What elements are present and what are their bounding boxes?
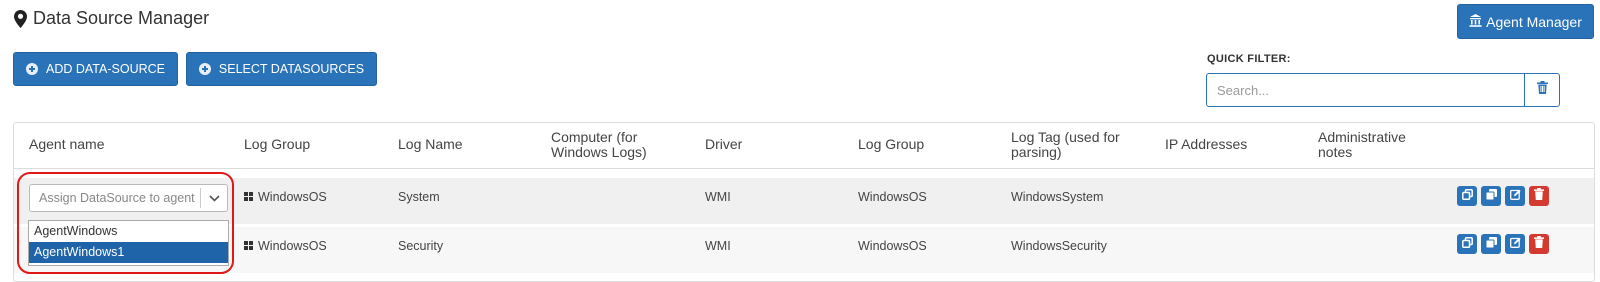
- agent-manager-label: Agent Manager: [1486, 13, 1582, 30]
- edit-icon: [1509, 235, 1521, 253]
- cell-log-tag: WindowsSecurity: [1011, 239, 1107, 253]
- cell-log-group: WindowsOS: [244, 190, 327, 204]
- delete-icon: [1534, 187, 1544, 205]
- copy-button[interactable]: [1481, 186, 1501, 206]
- delete-icon: [1534, 235, 1544, 253]
- cell-log-tag: WindowsSystem: [1011, 190, 1104, 204]
- edit-button[interactable]: [1505, 186, 1525, 206]
- select-datasources-button[interactable]: SELECT DATASOURCES: [186, 52, 377, 86]
- log-group-text: WindowsOS: [258, 239, 327, 253]
- page-title-block: Data Source Manager: [14, 8, 209, 29]
- clone-icon: [1461, 187, 1473, 205]
- col-header-log-group-2: Log Group: [858, 136, 925, 152]
- search-input[interactable]: [1207, 74, 1527, 106]
- map-marker-icon: [14, 9, 27, 28]
- highlight-annotation: [17, 172, 234, 274]
- cell-log-name: Security: [398, 239, 444, 253]
- plus-circle-icon: [26, 63, 38, 75]
- edit-icon: [1509, 187, 1521, 205]
- select-datasources-label: SELECT DATASOURCES: [218, 62, 365, 76]
- copy-button[interactable]: [1481, 234, 1501, 254]
- cell-log-name: System: [398, 190, 440, 204]
- cell-driver: WMI: [705, 239, 731, 253]
- log-group-text: WindowsOS: [258, 190, 327, 204]
- building-icon: [1469, 13, 1482, 30]
- delete-button[interactable]: [1529, 234, 1549, 254]
- col-header-log-name: Log Name: [398, 136, 463, 152]
- col-header-computer: Computer (for Windows Logs): [551, 129, 647, 160]
- row-actions: [1457, 234, 1549, 254]
- page-title: Data Source Manager: [33, 8, 210, 28]
- col-header-ip-addresses: IP Addresses: [1165, 136, 1248, 152]
- trash-icon: [1536, 81, 1548, 99]
- col-header-log-group: Log Group: [244, 136, 311, 152]
- clone-icon: [1461, 235, 1473, 253]
- add-datasource-label: ADD DATA-SOURCE: [46, 62, 165, 76]
- clone-button[interactable]: [1457, 234, 1477, 254]
- col-header-admin-notes: Administrative notes: [1318, 129, 1406, 160]
- edit-button[interactable]: [1505, 234, 1525, 254]
- clear-filter-button[interactable]: [1524, 74, 1559, 106]
- cell-log-group: WindowsOS: [244, 239, 327, 253]
- windows-icon: [244, 192, 254, 202]
- copy-icon: [1485, 187, 1497, 205]
- col-header-log-tag: Log Tag (used for parsing): [1011, 129, 1120, 160]
- delete-button[interactable]: [1529, 186, 1549, 206]
- quick-filter-label: QUICK FILTER:: [1207, 53, 1291, 65]
- col-header-driver: Driver: [705, 136, 743, 152]
- cell-log-group-2: WindowsOS: [858, 190, 927, 204]
- agent-manager-button[interactable]: Agent Manager: [1457, 4, 1594, 39]
- cell-driver: WMI: [705, 190, 731, 204]
- windows-icon: [244, 241, 254, 251]
- cell-log-group-2: WindowsOS: [858, 239, 927, 253]
- copy-icon: [1485, 235, 1497, 253]
- clone-button[interactable]: [1457, 186, 1477, 206]
- plus-circle-icon: [198, 63, 211, 75]
- header-divider: [14, 168, 1594, 169]
- add-datasource-button[interactable]: ADD DATA-SOURCE: [13, 52, 178, 86]
- quick-filter-box: [1206, 73, 1560, 107]
- col-header-agent-name: Agent name: [29, 136, 105, 152]
- row-actions: [1457, 186, 1549, 206]
